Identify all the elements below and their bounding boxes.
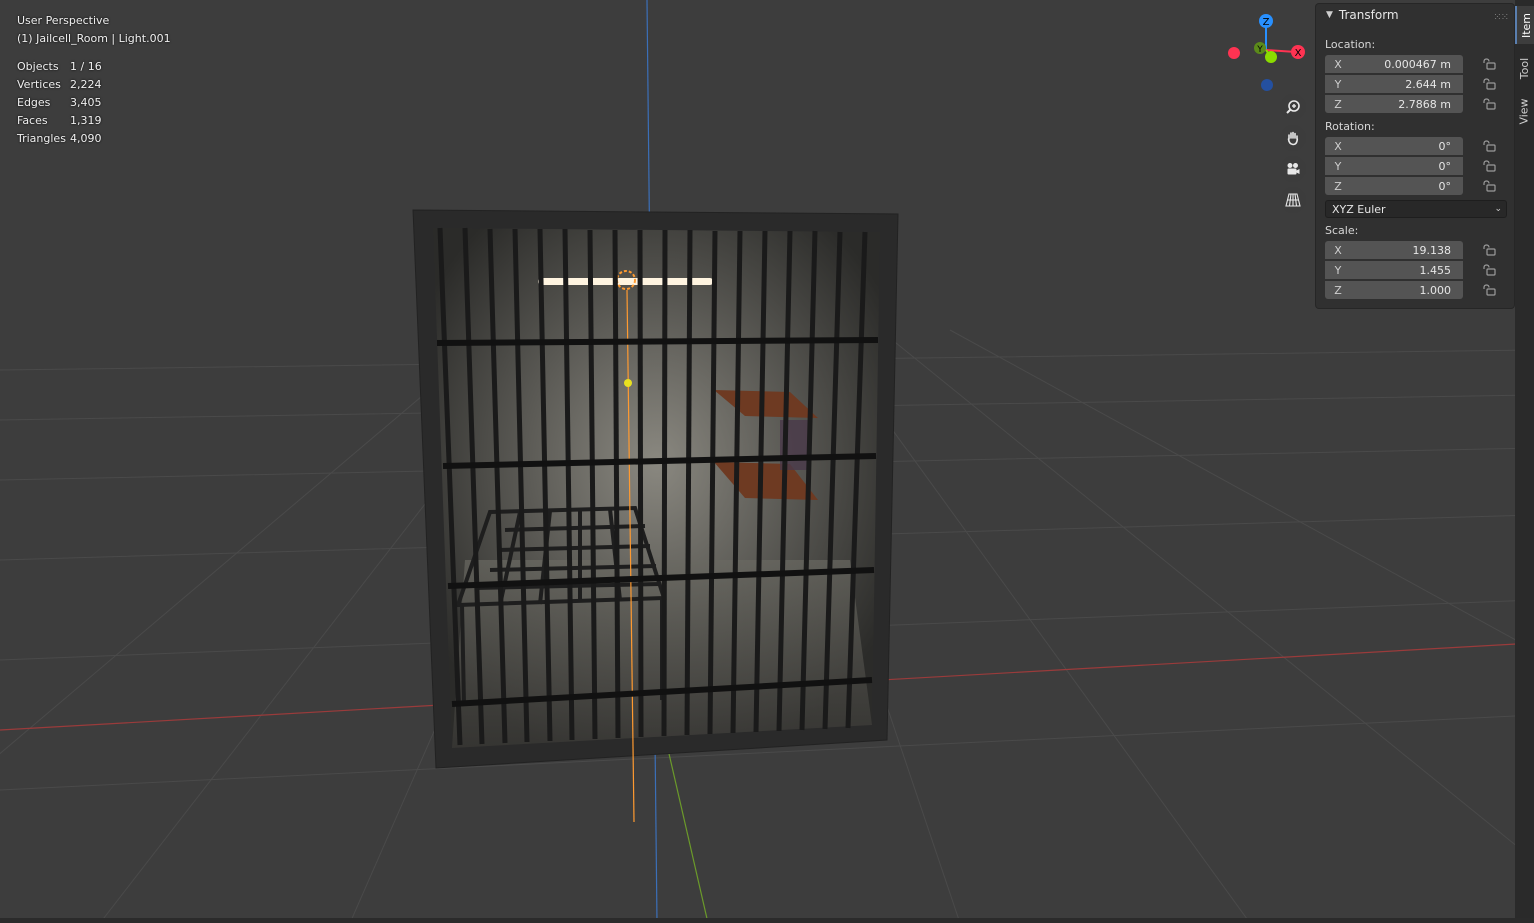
stat-faces: Faces 1,319 [17, 114, 102, 127]
perspective-grid-icon[interactable] [1280, 187, 1306, 213]
collapse-triangle-icon[interactable]: ▼ [1326, 4, 1333, 26]
gizmo-z-label: Z [1263, 17, 1270, 28]
transform-panel: ▼ Transform ⁙⁙ Location: X 0.000467 m Y 2.… [1316, 4, 1514, 308]
rotation-z-field[interactable]: Z 0° [1325, 177, 1463, 195]
gizmo-y-label: Y [1256, 45, 1263, 55]
location-x-lock-icon[interactable] [1482, 58, 1496, 70]
rotation-mode-value: XYZ Euler [1332, 202, 1386, 216]
scene-stats: Objects 1 / 16 Vertices 2,224 Edges 3,405 F… [17, 58, 171, 148]
rotation-label: Rotation: [1325, 120, 1375, 133]
jailcell-model [412, 209, 899, 823]
scale-y-field[interactable]: Y 1.455 [1325, 261, 1463, 279]
zoom-icon[interactable] [1280, 94, 1306, 120]
stat-objects: Objects 1 / 16 [17, 60, 102, 73]
tab-tool[interactable]: Tool [1515, 50, 1534, 86]
drag-grip-icon[interactable]: ⁙⁙ [1493, 7, 1509, 29]
view-name: User Perspective [17, 14, 110, 27]
stat-edges: Edges 3,405 [17, 96, 102, 109]
sidebar-tabs: Item Tool View [1515, 0, 1534, 923]
stat-vertices: Vertices 2,224 [17, 78, 102, 91]
navigation-gizmo[interactable]: Z X Y [1222, 10, 1312, 94]
camera-icon[interactable] [1280, 156, 1306, 182]
rotation-x-field[interactable]: X 0° [1325, 137, 1463, 155]
gizmo-neg-x[interactable] [1228, 47, 1240, 59]
tab-view[interactable]: View [1515, 92, 1534, 130]
location-z-lock-icon[interactable] [1482, 98, 1496, 110]
scale-z-lock-icon[interactable] [1482, 284, 1496, 296]
location-z-field[interactable]: Z 2.7868 m [1325, 95, 1463, 113]
y-axis-line [666, 744, 709, 923]
location-y-lock-icon[interactable] [1482, 78, 1496, 90]
scale-x-field[interactable]: X 19.138 [1325, 241, 1463, 259]
scale-label: Scale: [1325, 224, 1359, 237]
tab-item[interactable]: Item [1515, 6, 1534, 44]
rotation-z-lock-icon[interactable] [1482, 180, 1496, 192]
scale-z-field[interactable]: Z 1.000 [1325, 281, 1463, 299]
bottom-edge [0, 918, 1534, 923]
stat-triangles: Triangles 4,090 [17, 132, 102, 145]
chevron-down-icon: ⌄ [1494, 204, 1502, 214]
rotation-y-lock-icon[interactable] [1482, 160, 1496, 172]
gizmo-neg-y[interactable] [1265, 51, 1277, 63]
viewport-info-overlay: User Perspective (1) Jailcell_Room | Lig… [17, 12, 171, 148]
rotation-x-lock-icon[interactable] [1482, 140, 1496, 152]
active-object: (1) Jailcell_Room | Light.001 [17, 32, 171, 45]
rotation-mode-select[interactable]: XYZ Euler ⌄ [1325, 200, 1507, 218]
location-x-field[interactable]: X 0.000467 m [1325, 55, 1463, 73]
location-y-field[interactable]: Y 2.644 m [1325, 75, 1463, 93]
gizmo-neg-z[interactable] [1261, 79, 1273, 91]
transform-panel-header[interactable]: ▼ Transform ⁙⁙ [1316, 4, 1514, 26]
scale-x-lock-icon[interactable] [1482, 244, 1496, 256]
hand-pan-icon[interactable] [1280, 125, 1306, 151]
gizmo-x-label: X [1295, 48, 1302, 59]
scale-y-lock-icon[interactable] [1482, 264, 1496, 276]
panel-title: Transform [1338, 8, 1399, 22]
location-label: Location: [1325, 38, 1376, 51]
rotation-y-field[interactable]: Y 0° [1325, 157, 1463, 175]
